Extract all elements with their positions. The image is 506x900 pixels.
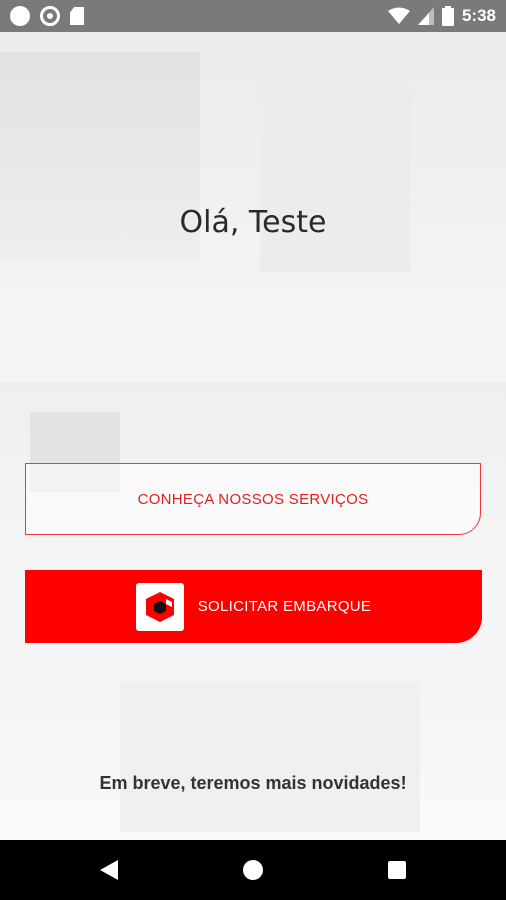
status-left-icons [10,6,84,26]
request-embark-button[interactable]: SOLICITAR EMBARQUE [25,570,482,643]
back-icon[interactable] [100,860,118,880]
background-photo [0,32,506,840]
sd-card-icon [70,7,84,25]
services-button-label: CONHEÇA NOSSOS SERVIÇOS [137,490,369,508]
status-time: 5:38 [461,6,496,25]
wifi-icon [387,7,410,24]
status-right-icons: 5:38 [387,4,496,28]
home-icon[interactable] [243,860,263,880]
request-embark-label: SOLICITAR EMBARQUE [197,598,372,615]
coming-soon-text: Em breve, teremos mais novidades! [99,773,407,793]
battery-icon [441,6,454,26]
navigation-bar [0,840,506,900]
services-button[interactable]: CONHEÇA NOSSOS SERVIÇOS [25,463,481,535]
box-logo-icon [135,582,184,631]
notification-dot-icon [10,6,30,26]
recents-icon[interactable] [388,861,406,879]
status-bar: 5:38 [0,0,506,32]
sync-icon [40,6,60,26]
greeting-title: Olá, Teste [179,205,327,240]
signal-icon [417,7,434,25]
